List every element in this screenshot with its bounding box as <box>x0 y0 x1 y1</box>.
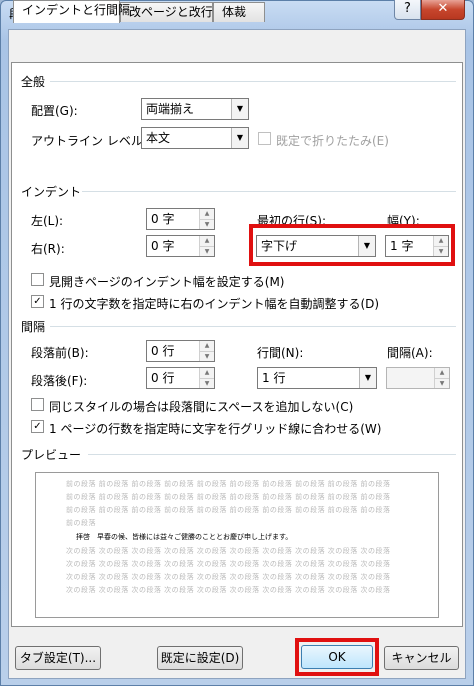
spin-down-icon[interactable]: ▼ <box>435 378 449 388</box>
spin-up-icon[interactable]: ▲ <box>200 368 214 378</box>
alignment-value: 両端揃え <box>146 102 195 116</box>
space-after-label: 段落後(F): <box>31 374 88 388</box>
line-spacing-value: 1 行 <box>262 371 286 385</box>
spin-down-icon[interactable]: ▼ <box>200 219 214 229</box>
spacing-at-label: 間隔(A): <box>387 346 433 360</box>
tabs-settings-button[interactable]: タブ設定(T)... <box>15 646 101 670</box>
preview-pane: 前の段落 前の段落 前の段落 前の段落 前の段落 前の段落 前の段落 前の段落 … <box>35 472 439 618</box>
space-before-spinner[interactable]: 0 行 ▲ ▼ <box>146 340 215 362</box>
general-heading: 全般 <box>21 75 46 89</box>
alignment-dropdown[interactable]: 両端揃え ▼ <box>141 98 249 120</box>
ok-highlight-box <box>295 638 379 676</box>
no-space-same-style-label: 同じスタイルの場合は段落間にスペースを追加しない(C) <box>49 400 354 414</box>
tab-line-page-breaks[interactable]: 改ページと改行 <box>120 2 213 22</box>
outline-level-dropdown[interactable]: 本文 ▼ <box>141 127 249 149</box>
mirror-indents-checkbox[interactable] <box>31 273 44 286</box>
divider <box>50 81 456 82</box>
alignment-label: 配置(G): <box>31 104 78 118</box>
collapse-default-checkbox[interactable] <box>258 132 271 145</box>
indent-heading: インデント <box>21 185 82 199</box>
tab-indent-spacing[interactable]: インデントと行間隔 <box>13 0 130 23</box>
spin-up-icon[interactable]: ▲ <box>435 368 449 378</box>
line-spacing-dropdown[interactable]: 1 行 ▼ <box>257 367 377 389</box>
left-indent-label: 左(L): <box>31 214 64 228</box>
preview-prev-line: 前の段落 前の段落 前の段落 前の段落 前の段落 前の段落 前の段落 前の段落 … <box>66 493 391 501</box>
close-button[interactable]: ✕ <box>421 0 465 20</box>
spin-up-icon[interactable]: ▲ <box>200 209 214 219</box>
auto-adjust-indent-checkbox[interactable]: ✓ <box>31 295 44 308</box>
chevron-down-icon: ▼ <box>231 99 248 119</box>
spin-down-icon[interactable]: ▼ <box>200 246 214 256</box>
preview-prev-line: 前の段落 前の段落 前の段落 前の段落 前の段落 前の段落 前の段落 前の段落 … <box>66 506 391 514</box>
spacing-at-spinner[interactable]: ▲ ▼ <box>386 367 450 389</box>
space-after-spinner[interactable]: 0 行 ▲ ▼ <box>146 367 215 389</box>
snap-to-grid-checkbox[interactable]: ✓ <box>31 420 44 433</box>
chevron-down-icon: ▼ <box>231 128 248 148</box>
preview-next-line: 次の段落 次の段落 次の段落 次の段落 次の段落 次の段落 次の段落 次の段落 … <box>66 573 391 581</box>
right-indent-label: 右(R): <box>31 242 65 256</box>
cancel-button[interactable]: キャンセル <box>384 646 459 670</box>
space-before-value: 0 行 <box>151 344 175 358</box>
line-spacing-label: 行間(N): <box>257 346 304 360</box>
preview-prev-line: 前の段落 <box>66 519 96 527</box>
left-indent-value: 0 字 <box>151 212 175 226</box>
no-space-same-style-checkbox[interactable] <box>31 398 44 411</box>
spacing-heading: 間隔 <box>21 320 46 334</box>
divider <box>88 454 456 455</box>
spin-up-icon[interactable]: ▲ <box>200 236 214 246</box>
divider <box>82 191 456 192</box>
auto-adjust-indent-label: 1 行の文字数を指定時に右のインデント幅を自動調整する(D) <box>49 297 380 311</box>
right-indent-spinner[interactable]: 0 字 ▲ ▼ <box>146 235 215 257</box>
preview-prev-line: 前の段落 前の段落 前の段落 前の段落 前の段落 前の段落 前の段落 前の段落 … <box>66 480 391 488</box>
tab-typography[interactable]: 体裁 <box>213 2 265 22</box>
help-button[interactable]: ? <box>394 0 421 20</box>
preview-next-line: 次の段落 次の段落 次の段落 次の段落 次の段落 次の段落 次の段落 次の段落 … <box>66 547 391 555</box>
preview-next-line: 次の段落 次の段落 次の段落 次の段落 次の段落 次の段落 次の段落 次の段落 … <box>66 586 391 594</box>
left-indent-spinner[interactable]: 0 字 ▲ ▼ <box>146 208 215 230</box>
tab-page: 全般 配置(G): 両端揃え ▼ アウトライン レベル(O): 本文 ▼ 既定で… <box>11 62 463 627</box>
mirror-indents-label: 見開きページのインデント幅を設定する(M) <box>49 275 285 289</box>
snap-to-grid-label: 1 ページの行数を指定時に文字を行グリッド線に合わせる(W) <box>49 422 382 436</box>
collapse-default-label: 既定で折りたたみ(E) <box>276 134 389 148</box>
space-after-value: 0 行 <box>151 371 175 385</box>
outline-level-value: 本文 <box>146 131 171 145</box>
preview-current-paragraph: 拝啓 早春の候、皆様には益々ご健勝のこととお慶び申し上げます。 <box>76 533 293 541</box>
right-indent-value: 0 字 <box>151 239 175 253</box>
chevron-down-icon: ▼ <box>359 368 376 388</box>
space-before-label: 段落前(B): <box>31 346 89 360</box>
spin-down-icon[interactable]: ▼ <box>200 378 214 388</box>
spin-down-icon[interactable]: ▼ <box>200 351 214 361</box>
spin-up-icon[interactable]: ▲ <box>200 341 214 351</box>
divider <box>50 326 456 327</box>
set-default-button[interactable]: 既定に設定(D) <box>157 646 243 670</box>
preview-next-line: 次の段落 次の段落 次の段落 次の段落 次の段落 次の段落 次の段落 次の段落 … <box>66 560 391 568</box>
highlight-box <box>249 224 455 266</box>
preview-heading: プレビュー <box>21 448 82 462</box>
